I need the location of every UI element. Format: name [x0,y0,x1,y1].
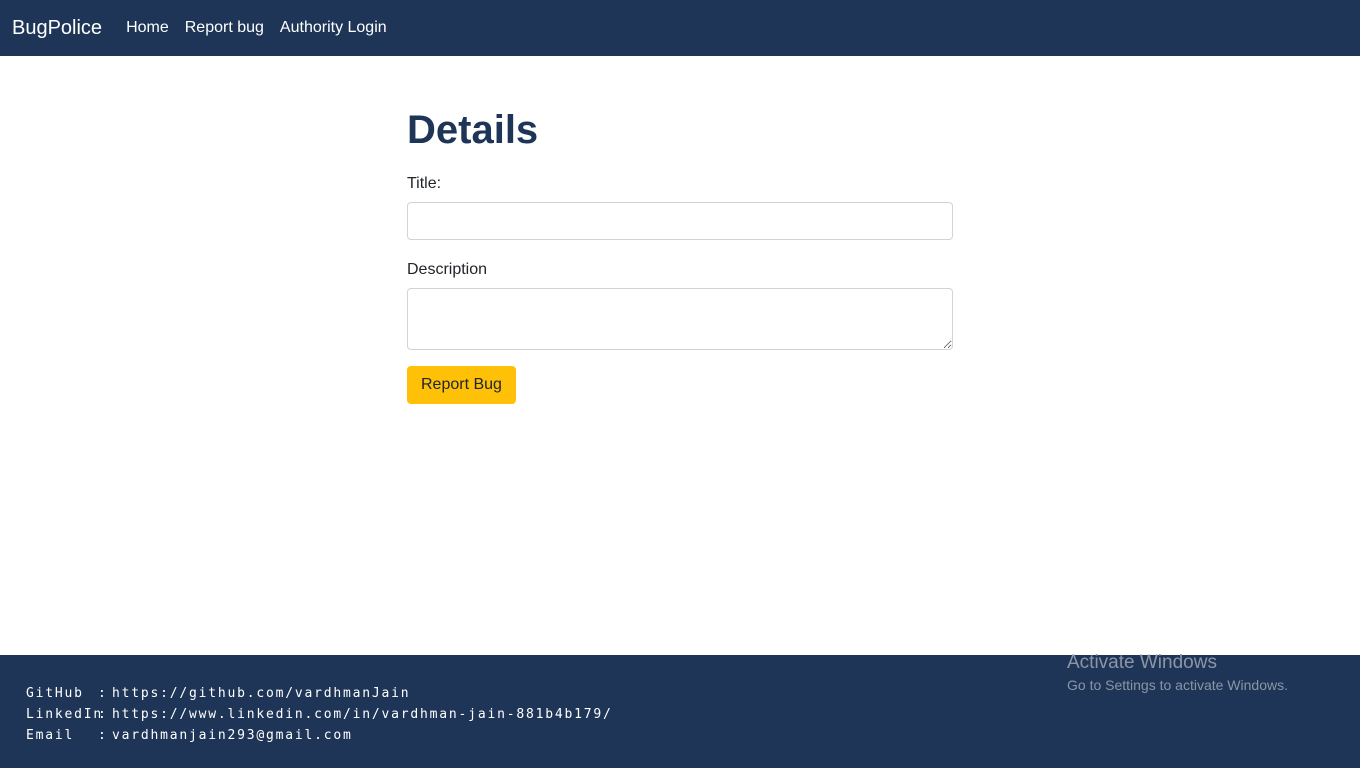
report-bug-button[interactable]: Report Bug [407,366,516,404]
watermark-title: Activate Windows [1067,652,1217,673]
footer-row-linkedin: LinkedIn : https://www.linkedin.com/in/v… [26,704,613,725]
description-label: Description [407,261,488,278]
brand-link[interactable]: BugPolice [12,17,102,40]
report-form: Details Title: Description Report Bug [407,108,953,404]
nav-link-home[interactable]: Home [126,19,169,37]
activate-windows-watermark: Activate Windows Go to Settings to activ… [1067,651,1288,695]
footer-row-email: Email : vardhmanjain293@gmail.com [26,725,613,746]
linkedin-link[interactable]: https://www.linkedin.com/in/vardhman-jai… [112,704,613,725]
footer-row-github: GitHub : https://github.com/vardhmanJain [26,683,613,704]
watermark-subtitle: Go to Settings to activate Windows. [1067,677,1288,693]
footer-separator: : [98,686,108,701]
nav-link-report-bug[interactable]: Report bug [185,19,264,37]
footer-key-email: Email [26,728,75,743]
title-input[interactable] [407,202,953,240]
nav-link-authority-login[interactable]: Authority Login [280,19,387,37]
footer-contact-list: GitHub : https://github.com/vardhmanJain… [26,683,613,746]
navbar: BugPolice Home Report bug Authority Logi… [0,0,1360,56]
footer-key-linkedin: LinkedIn [26,707,104,722]
github-link[interactable]: https://github.com/vardhmanJain [112,683,410,704]
footer-key-github: GitHub [26,686,84,701]
description-textarea[interactable] [407,288,953,350]
page-title: Details [407,108,539,152]
footer-separator: : [98,707,108,722]
email-link[interactable]: vardhmanjain293@gmail.com [112,725,353,746]
title-label: Title: [407,175,442,192]
footer-separator: : [98,728,108,743]
